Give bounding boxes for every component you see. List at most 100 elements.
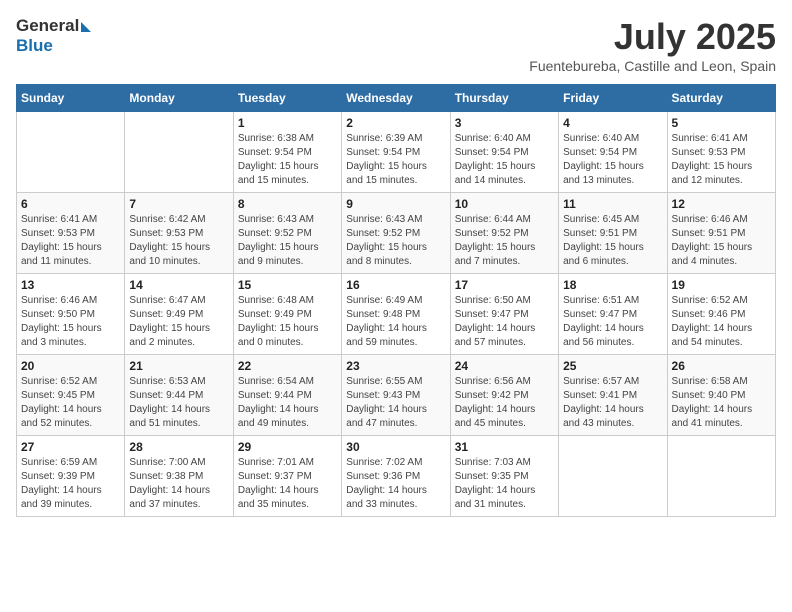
day-number: 22 xyxy=(238,359,337,373)
calendar-table: SundayMondayTuesdayWednesdayThursdayFrid… xyxy=(16,84,776,517)
calendar-cell: 23 Sunrise: 6:55 AM Sunset: 9:43 PM Dayli… xyxy=(342,355,450,436)
month-year: July 2025 xyxy=(529,16,776,58)
calendar-cell: 21 Sunrise: 6:53 AM Sunset: 9:44 PM Dayli… xyxy=(125,355,233,436)
day-detail: Sunrise: 6:49 AM Sunset: 9:48 PM Dayligh… xyxy=(346,294,445,350)
calendar-cell xyxy=(559,436,667,517)
day-detail: Sunrise: 6:57 AM Sunset: 9:41 PM Dayligh… xyxy=(563,375,662,431)
day-detail: Sunrise: 6:52 AM Sunset: 9:45 PM Dayligh… xyxy=(21,375,120,431)
calendar-cell: 6Sunrise: 6:41 AM Sunset: 9:53 PM Daylig… xyxy=(17,193,125,274)
weekday-header-thursday: Thursday xyxy=(450,85,558,112)
day-number: 27 xyxy=(21,440,120,454)
day-detail: Sunrise: 6:43 AM Sunset: 9:52 PM Dayligh… xyxy=(238,213,337,269)
day-detail: Sunrise: 6:40 AM Sunset: 9:54 PM Dayligh… xyxy=(563,132,662,188)
calendar-cell: 5 Sunrise: 6:41 AM Sunset: 9:53 PM Daylig… xyxy=(667,112,775,193)
calendar-cell: 7 Sunrise: 6:42 AM Sunset: 9:53 PM Daylig… xyxy=(125,193,233,274)
day-detail: Sunrise: 6:42 AM Sunset: 9:53 PM Dayligh… xyxy=(129,213,228,269)
day-detail: Sunrise: 6:46 AM Sunset: 9:51 PM Dayligh… xyxy=(672,213,771,269)
day-number: 20 xyxy=(21,359,120,373)
calendar-cell: 4 Sunrise: 6:40 AM Sunset: 9:54 PM Daylig… xyxy=(559,112,667,193)
calendar-cell xyxy=(667,436,775,517)
day-detail: Sunrise: 6:56 AM Sunset: 9:42 PM Dayligh… xyxy=(455,375,554,431)
day-number: 14 xyxy=(129,278,228,292)
day-number: 21 xyxy=(129,359,228,373)
day-detail: Sunrise: 6:39 AM Sunset: 9:54 PM Dayligh… xyxy=(346,132,445,188)
day-detail: Sunrise: 6:55 AM Sunset: 9:43 PM Dayligh… xyxy=(346,375,445,431)
logo-general: General xyxy=(16,16,79,36)
day-detail: Sunrise: 6:45 AM Sunset: 9:51 PM Dayligh… xyxy=(563,213,662,269)
day-detail: Sunrise: 6:58 AM Sunset: 9:40 PM Dayligh… xyxy=(672,375,771,431)
weekday-header-tuesday: Tuesday xyxy=(233,85,341,112)
calendar-cell: 15Sunrise: 6:48 AM Sunset: 9:49 PM Dayli… xyxy=(233,274,341,355)
weekday-header-monday: Monday xyxy=(125,85,233,112)
calendar-cell: 26 Sunrise: 6:58 AM Sunset: 9:40 PM Dayli… xyxy=(667,355,775,436)
day-detail: Sunrise: 6:44 AM Sunset: 9:52 PM Dayligh… xyxy=(455,213,554,269)
calendar-cell: 14 Sunrise: 6:47 AM Sunset: 9:49 PM Dayli… xyxy=(125,274,233,355)
day-number: 13 xyxy=(21,278,120,292)
logo-blue: Blue xyxy=(16,36,53,56)
day-number: 29 xyxy=(238,440,337,454)
day-detail: Sunrise: 6:51 AM Sunset: 9:47 PM Dayligh… xyxy=(563,294,662,350)
calendar-cell: 10 Sunrise: 6:44 AM Sunset: 9:52 PM Dayli… xyxy=(450,193,558,274)
day-number: 31 xyxy=(455,440,554,454)
day-detail: Sunrise: 6:47 AM Sunset: 9:49 PM Dayligh… xyxy=(129,294,228,350)
calendar-cell: 11Sunrise: 6:45 AM Sunset: 9:51 PM Dayli… xyxy=(559,193,667,274)
calendar-cell: 1 Sunrise: 6:38 AM Sunset: 9:54 PM Daylig… xyxy=(233,112,341,193)
calendar-cell xyxy=(125,112,233,193)
day-detail: Sunrise: 6:38 AM Sunset: 9:54 PM Dayligh… xyxy=(238,132,337,188)
calendar-cell: 31 Sunrise: 7:03 AM Sunset: 9:35 PM Dayli… xyxy=(450,436,558,517)
day-number: 4 xyxy=(563,116,662,130)
day-number: 2 xyxy=(346,116,445,130)
calendar-cell: 18 Sunrise: 6:51 AM Sunset: 9:47 PM Dayli… xyxy=(559,274,667,355)
day-number: 8 xyxy=(238,197,337,211)
day-number: 28 xyxy=(129,440,228,454)
calendar-cell: 2 Sunrise: 6:39 AM Sunset: 9:54 PM Daylig… xyxy=(342,112,450,193)
logo-triangle-icon xyxy=(81,22,91,32)
calendar-cell: 27 Sunrise: 6:59 AM Sunset: 9:39 PM Dayli… xyxy=(17,436,125,517)
day-detail: Sunrise: 6:40 AM Sunset: 9:54 PM Dayligh… xyxy=(455,132,554,188)
day-number: 16 xyxy=(346,278,445,292)
logo: General Blue xyxy=(16,16,91,56)
calendar-cell xyxy=(17,112,125,193)
weekday-header-friday: Friday xyxy=(559,85,667,112)
day-number: 12 xyxy=(672,197,771,211)
calendar-cell: 3 Sunrise: 6:40 AM Sunset: 9:54 PM Daylig… xyxy=(450,112,558,193)
day-detail: Sunrise: 6:59 AM Sunset: 9:39 PM Dayligh… xyxy=(21,456,120,512)
weekday-header-saturday: Saturday xyxy=(667,85,775,112)
calendar-cell: 8 Sunrise: 6:43 AM Sunset: 9:52 PM Daylig… xyxy=(233,193,341,274)
day-detail: Sunrise: 6:52 AM Sunset: 9:46 PM Dayligh… xyxy=(672,294,771,350)
calendar-cell: 12 Sunrise: 6:46 AM Sunset: 9:51 PM Dayli… xyxy=(667,193,775,274)
day-number: 26 xyxy=(672,359,771,373)
day-number: 3 xyxy=(455,116,554,130)
day-detail: Sunrise: 7:02 AM Sunset: 9:36 PM Dayligh… xyxy=(346,456,445,512)
day-number: 7 xyxy=(129,197,228,211)
day-number: 18 xyxy=(563,278,662,292)
calendar-cell: 17 Sunrise: 6:50 AM Sunset: 9:47 PM Dayli… xyxy=(450,274,558,355)
day-number: 17 xyxy=(455,278,554,292)
day-detail: Sunrise: 6:53 AM Sunset: 9:44 PM Dayligh… xyxy=(129,375,228,431)
weekday-header-sunday: Sunday xyxy=(17,85,125,112)
day-detail: Sunrise: 6:43 AM Sunset: 9:52 PM Dayligh… xyxy=(346,213,445,269)
calendar-cell: 28 Sunrise: 7:00 AM Sunset: 9:38 PM Dayli… xyxy=(125,436,233,517)
day-detail: Sunrise: 6:41 AM Sunset: 9:53 PM Dayligh… xyxy=(672,132,771,188)
day-number: 25 xyxy=(563,359,662,373)
calendar-cell: 22Sunrise: 6:54 AM Sunset: 9:44 PM Dayli… xyxy=(233,355,341,436)
day-number: 1 xyxy=(238,116,337,130)
calendar-cell: 16 Sunrise: 6:49 AM Sunset: 9:48 PM Dayli… xyxy=(342,274,450,355)
day-detail: Sunrise: 7:01 AM Sunset: 9:37 PM Dayligh… xyxy=(238,456,337,512)
calendar-cell: 30Sunrise: 7:02 AM Sunset: 9:36 PM Dayli… xyxy=(342,436,450,517)
day-detail: Sunrise: 6:41 AM Sunset: 9:53 PM Dayligh… xyxy=(21,213,120,269)
day-detail: Sunrise: 6:46 AM Sunset: 9:50 PM Dayligh… xyxy=(21,294,120,350)
weekday-header-wednesday: Wednesday xyxy=(342,85,450,112)
day-number: 10 xyxy=(455,197,554,211)
day-number: 15 xyxy=(238,278,337,292)
calendar-cell: 29 Sunrise: 7:01 AM Sunset: 9:37 PM Dayli… xyxy=(233,436,341,517)
day-number: 23 xyxy=(346,359,445,373)
calendar-cell: 25 Sunrise: 6:57 AM Sunset: 9:41 PM Dayli… xyxy=(559,355,667,436)
calendar-cell: 19 Sunrise: 6:52 AM Sunset: 9:46 PM Dayli… xyxy=(667,274,775,355)
day-number: 5 xyxy=(672,116,771,130)
day-detail: Sunrise: 6:50 AM Sunset: 9:47 PM Dayligh… xyxy=(455,294,554,350)
day-detail: Sunrise: 7:00 AM Sunset: 9:38 PM Dayligh… xyxy=(129,456,228,512)
page-header: General Blue July 2025 Fuentebureba, Cas… xyxy=(16,16,776,74)
day-number: 19 xyxy=(672,278,771,292)
day-detail: Sunrise: 7:03 AM Sunset: 9:35 PM Dayligh… xyxy=(455,456,554,512)
